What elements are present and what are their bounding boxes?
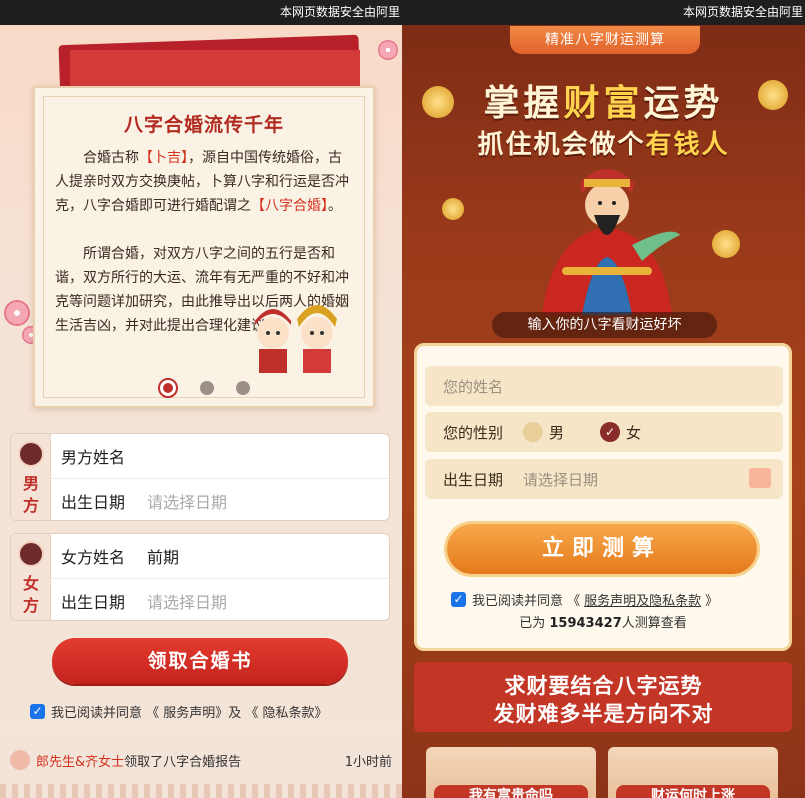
intro-card: 八字合婚流传千年 合婚古称【卜吉】，源自中国传统婚俗，古人提亲时双方交换庚帖，卜… [33,86,375,408]
male-date-label: 出生日期 [61,492,126,512]
security-notice-bar: 本网页数据安全由阿里 [402,0,805,25]
recent-time: 1小时前 [344,754,392,770]
carousel-dot-3[interactable] [236,381,250,395]
intro-title: 八字合婚流传千年 [123,114,284,136]
gender-field: 您的性别 男 ✓ 女 [425,412,783,452]
recent-user-names: 郎先生&齐女士 [36,754,125,770]
hero-title-line-1: 掌握财富运势 [483,83,724,124]
god-of-wealth-illustration [542,169,680,315]
top-ribbon: 精准八字财运测算 [510,26,700,54]
gold-coin-icon [712,230,740,258]
female-tag-char-2: 方 [22,596,39,615]
male-tag-char-1: 男 [22,474,39,493]
carousel-dot-2[interactable] [200,381,214,395]
right-panel-fortune: 本网页数据安全由阿里 精准八字财运测算 掌握财富运势 抓住机会做个有钱人 输入你… [402,0,805,798]
female-birthdate-row[interactable]: 出生日期 请选择日期 [51,578,389,620]
carousel-dot-1[interactable] [158,378,178,398]
get-marriage-report-button[interactable]: 领取合婚书 [52,638,348,684]
female-form: 女 方 女方姓名 前期 出生日期 请选择日期 [10,533,390,621]
cartoon-couple-illustration [255,305,337,373]
left-panel-marriage: 本网页数据安全由阿里 八字合婚流传千年 合婚古称【卜吉】，源自中国传统婚俗，古人… [0,0,402,798]
hero-caption: 输入你的八字看财运好坏 [492,312,717,338]
female-side-tag: 女 方 [11,534,51,620]
carousel-dots [35,378,373,398]
agree-checkbox[interactable]: ✓ [451,592,466,607]
name-field[interactable]: 您的姓名 [425,366,783,406]
calendar-icon[interactable] [749,468,771,488]
feature-tile-2[interactable]: 财运何时上涨 [608,747,778,798]
agree-text-end: 》 [705,594,719,609]
birthdate-label: 出生日期 [443,470,504,489]
birthdate-picker[interactable]: 请选择日期 [523,469,598,490]
female-date-label: 出生日期 [61,592,126,612]
hero-title-line-2: 抓住机会做个有钱人 [477,130,730,160]
agree-checkbox[interactable]: ✓ [30,704,45,719]
agree-text: 我已阅读并同意 《 [472,594,581,609]
terms-link[interactable]: 服务声明及隐私条款 [584,590,701,609]
left-agreement: ✓ 我已阅读并同意 《 服务声明》及 《 隐私条款》 [30,702,328,721]
security-notice-bar: 本网页数据安全由阿里 [0,0,402,25]
gender-female-radio[interactable]: ✓ 女 [600,422,641,443]
male-birthdate-row[interactable]: 出生日期 请选择日期 [51,478,389,520]
gender-label: 您的性别 [443,423,504,442]
male-date-picker[interactable]: 请选择日期 [147,489,227,513]
decorative-pattern-border [0,784,402,798]
user-avatar-icon [10,750,30,770]
female-name-row[interactable]: 女方姓名 前期 [51,534,389,578]
female-avatar-icon [18,541,44,567]
female-date-picker[interactable]: 请选择日期 [147,589,227,613]
birthdate-field[interactable]: 出生日期 请选择日期 [425,459,783,499]
fortune-form-card: 您的姓名 您的性别 男 ✓ 女 出生日期 请选择日期 立即测算 ✓ 我已阅读并同意… [414,343,792,651]
decorative-red-envelope-band [70,50,360,90]
gender-male-radio[interactable]: 男 [523,422,564,443]
usage-count: 已为 15943427人测算查看 [519,616,687,631]
agree-text[interactable]: 我已阅读并同意 《 服务声明》及 《 隐私条款》 [51,702,328,721]
promo-line-1: 求财要结合八字运势 [504,674,703,698]
feature-tile-1[interactable]: 我有富贵命吗 [426,747,596,798]
male-side-tag: 男 方 [11,434,51,520]
intro-paragraph-1: 合婚古称【卜吉】，源自中国传统婚俗，古人提亲时双方交换庚帖，卜算八字和行运是否冲… [55,150,349,214]
feature-tile-2-label: 财运何时上涨 [616,785,770,798]
plum-blossom-icon [4,300,30,326]
radio-circle-icon [523,422,543,442]
plum-blossom-icon [378,40,398,60]
male-tag-char-2: 方 [22,496,39,515]
promo-line-2: 发财难多半是方向不对 [493,702,714,726]
feature-tile-1-label: 我有富贵命吗 [434,785,588,798]
female-name-input[interactable]: 前期 [147,544,179,568]
female-tag-char-1: 女 [22,574,39,593]
radio-checked-icon: ✓ [600,422,621,442]
male-name-row[interactable]: 男方姓名 [51,434,389,478]
right-agreement: ✓ 我已阅读并同意 《 服务声明及隐私条款 》 [451,590,718,609]
male-avatar-icon [18,441,44,467]
recent-activity: 郎先生&齐女士 领取了八字合婚报告 1小时前 [10,748,392,772]
name-input[interactable]: 您的姓名 [443,376,503,397]
gold-coin-icon [442,198,464,220]
calculate-now-button[interactable]: 立即测算 [447,524,757,574]
male-form: 男 方 男方姓名 出生日期 请选择日期 [10,433,390,521]
recent-action: 领取了八字合婚报告 [124,754,242,770]
screen: 本网页数据安全由阿里 八字合婚流传千年 合婚古称【卜吉】，源自中国传统婚俗，古人… [0,0,805,798]
female-name-label: 女方姓名 [61,548,126,567]
male-name-label: 男方姓名 [61,448,126,467]
